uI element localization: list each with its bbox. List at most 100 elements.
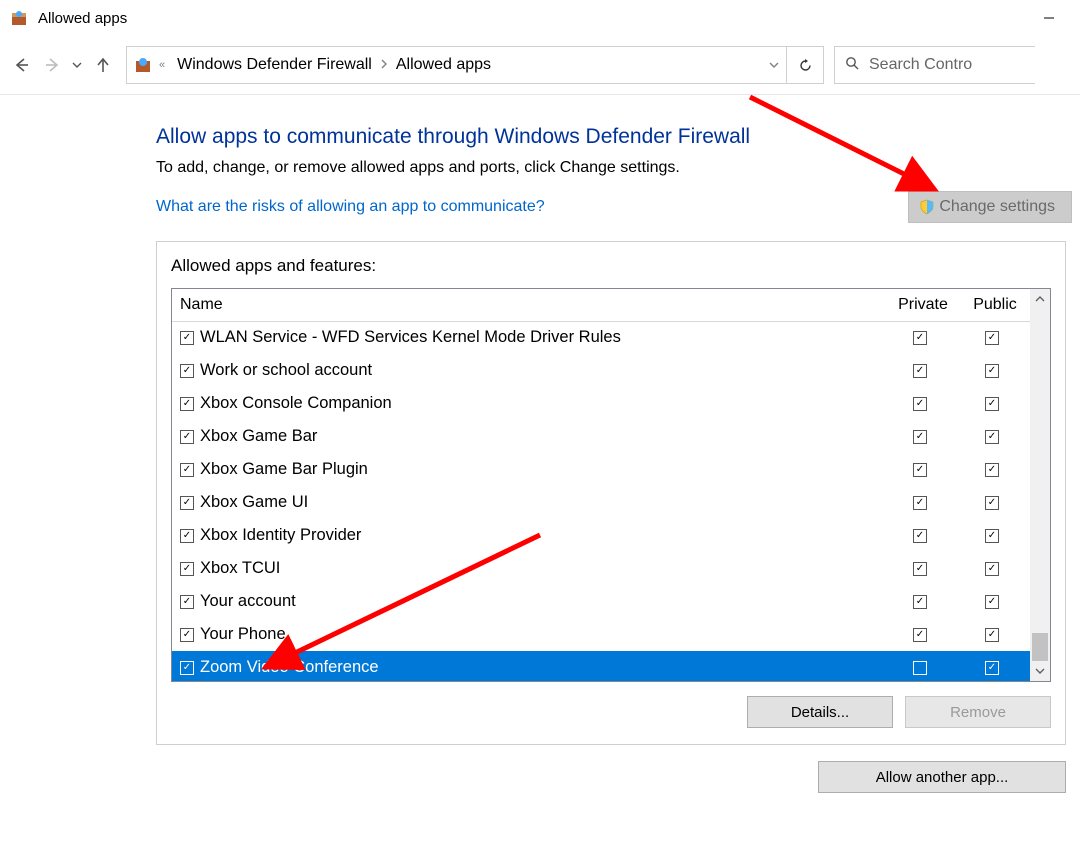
app-name: Xbox Console Companion — [200, 394, 886, 413]
app-name: Xbox Identity Provider — [200, 526, 886, 545]
app-name: Xbox Game Bar Plugin — [200, 460, 886, 479]
refresh-button[interactable] — [786, 47, 823, 83]
column-private[interactable]: Private — [886, 296, 960, 314]
table-row[interactable]: Xbox Game Bar — [172, 420, 1030, 453]
details-button[interactable]: Details... — [747, 696, 893, 728]
table-row[interactable]: Your account — [172, 585, 1030, 618]
private-checkbox[interactable] — [913, 562, 927, 576]
group-title: Allowed apps and features: — [171, 256, 1051, 276]
app-name: Work or school account — [200, 361, 886, 380]
private-checkbox[interactable] — [913, 661, 927, 675]
breadcrumb-overflow[interactable]: « — [153, 59, 171, 71]
app-name: Xbox TCUI — [200, 559, 886, 578]
table-row[interactable]: Xbox Game UI — [172, 486, 1030, 519]
private-checkbox[interactable] — [913, 463, 927, 477]
enable-checkbox[interactable] — [180, 331, 194, 345]
public-checkbox[interactable] — [985, 628, 999, 642]
public-checkbox[interactable] — [985, 562, 999, 576]
public-checkbox[interactable] — [985, 661, 999, 675]
controlpanel-icon — [133, 55, 153, 75]
app-name: Xbox Game Bar — [200, 427, 886, 446]
change-settings-label: Change settings — [939, 198, 1055, 216]
table-row[interactable]: Xbox Console Companion — [172, 387, 1030, 420]
scrollbar[interactable] — [1030, 289, 1050, 681]
window-title: Allowed apps — [38, 10, 127, 27]
app-name: Your Phone — [200, 625, 886, 644]
recent-locations-dropdown[interactable] — [68, 50, 86, 80]
risks-link[interactable]: What are the risks of allowing an app to… — [156, 198, 545, 216]
app-name: WLAN Service - WFD Services Kernel Mode … — [200, 328, 886, 347]
app-name: Xbox Game UI — [200, 493, 886, 512]
remove-button[interactable]: Remove — [905, 696, 1051, 728]
private-checkbox[interactable] — [913, 628, 927, 642]
allowed-apps-group: Allowed apps and features: Name Private … — [156, 241, 1066, 745]
table-row[interactable]: Work or school account — [172, 354, 1030, 387]
breadcrumb-item-firewall[interactable]: Windows Defender Firewall — [171, 47, 378, 83]
table-row[interactable]: WLAN Service - WFD Services Kernel Mode … — [172, 321, 1030, 354]
address-bar[interactable]: « Windows Defender Firewall Allowed apps — [126, 46, 824, 84]
enable-checkbox[interactable] — [180, 562, 194, 576]
scroll-down-button[interactable] — [1030, 661, 1050, 681]
minimize-button[interactable] — [1026, 3, 1072, 33]
details-label: Details... — [791, 704, 849, 721]
private-checkbox[interactable] — [913, 397, 927, 411]
public-checkbox[interactable] — [985, 397, 999, 411]
breadcrumb-item-allowed-apps[interactable]: Allowed apps — [390, 47, 497, 83]
search-icon — [845, 56, 859, 74]
search-input[interactable]: Search Contro — [834, 46, 1035, 84]
scroll-track[interactable] — [1030, 309, 1050, 661]
enable-checkbox[interactable] — [180, 463, 194, 477]
enable-checkbox[interactable] — [180, 661, 194, 675]
list-header: Name Private Public — [172, 289, 1050, 322]
table-row[interactable]: Xbox Game Bar Plugin — [172, 453, 1030, 486]
table-row[interactable]: Xbox Identity Provider — [172, 519, 1030, 552]
title-bar: Allowed apps — [0, 0, 1080, 36]
navigation-row: « Windows Defender Firewall Allowed apps… — [0, 36, 1080, 95]
public-checkbox[interactable] — [985, 529, 999, 543]
firewall-icon — [10, 9, 28, 27]
enable-checkbox[interactable] — [180, 529, 194, 543]
forward-button[interactable] — [38, 50, 68, 80]
page-heading: Allow apps to communicate through Window… — [156, 125, 1080, 149]
public-checkbox[interactable] — [985, 595, 999, 609]
back-button[interactable] — [6, 50, 36, 80]
private-checkbox[interactable] — [913, 595, 927, 609]
shield-icon — [919, 199, 935, 215]
table-row[interactable]: Your Phone — [172, 618, 1030, 651]
enable-checkbox[interactable] — [180, 397, 194, 411]
page-subtext: To add, change, or remove allowed apps a… — [156, 159, 1080, 177]
table-row[interactable]: Xbox TCUI — [172, 552, 1030, 585]
private-checkbox[interactable] — [913, 331, 927, 345]
app-name: Your account — [200, 592, 886, 611]
public-checkbox[interactable] — [985, 496, 999, 510]
address-dropdown[interactable] — [762, 47, 786, 83]
apps-list[interactable]: Name Private Public WLAN Service - WFD S… — [171, 288, 1051, 682]
private-checkbox[interactable] — [913, 430, 927, 444]
public-checkbox[interactable] — [985, 331, 999, 345]
allow-another-label: Allow another app... — [876, 769, 1009, 786]
content-area: Allow apps to communicate through Window… — [0, 95, 1080, 793]
up-button[interactable] — [88, 50, 118, 80]
enable-checkbox[interactable] — [180, 628, 194, 642]
search-placeholder: Search Contro — [869, 56, 972, 74]
private-checkbox[interactable] — [913, 364, 927, 378]
scroll-thumb[interactable] — [1032, 633, 1048, 661]
public-checkbox[interactable] — [985, 463, 999, 477]
column-public[interactable]: Public — [960, 296, 1030, 314]
public-checkbox[interactable] — [985, 430, 999, 444]
enable-checkbox[interactable] — [180, 595, 194, 609]
app-name: Zoom Video Conference — [200, 658, 886, 677]
table-row[interactable]: Zoom Video Conference — [172, 651, 1030, 681]
column-name[interactable]: Name — [180, 296, 886, 314]
scroll-up-button[interactable] — [1030, 289, 1050, 309]
enable-checkbox[interactable] — [180, 364, 194, 378]
enable-checkbox[interactable] — [180, 430, 194, 444]
remove-label: Remove — [950, 704, 1006, 721]
chevron-right-icon — [378, 59, 390, 72]
allow-another-app-button[interactable]: Allow another app... — [818, 761, 1066, 793]
public-checkbox[interactable] — [985, 364, 999, 378]
private-checkbox[interactable] — [913, 496, 927, 510]
enable-checkbox[interactable] — [180, 496, 194, 510]
private-checkbox[interactable] — [913, 529, 927, 543]
change-settings-button[interactable]: Change settings — [908, 191, 1072, 223]
